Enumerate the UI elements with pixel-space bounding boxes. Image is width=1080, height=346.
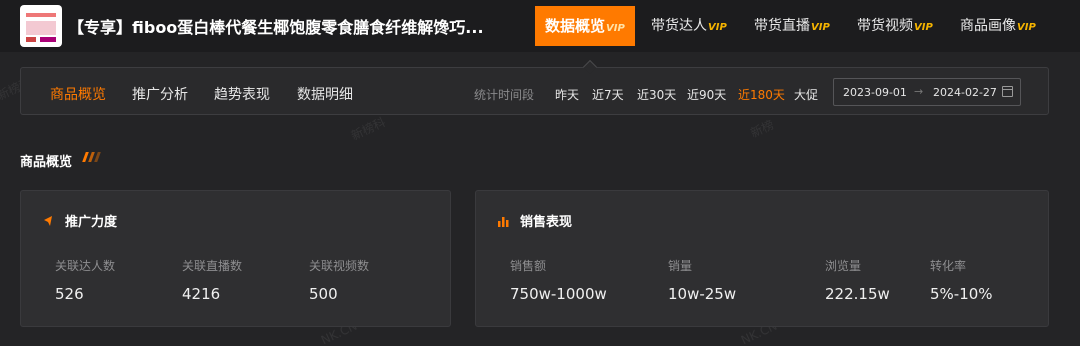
range-7d[interactable]: 近7天 [592,86,624,103]
period-label: 统计时间段 [474,88,535,102]
metric-influencers: 关联达人数 526 [55,259,116,303]
promotion-card-title: 推广力度 [41,211,117,230]
subtab-trend[interactable]: 趋势表现 [214,84,270,104]
arrow-right-icon: → [914,85,924,98]
subtab-product-overview[interactable]: 商品概览 [50,84,106,104]
date-start: 2023-09-01 [843,86,907,99]
watermark: 新榜科 [348,114,388,143]
section-decoration-icon [82,152,102,164]
metric-conversion-rate: 转化率 5%-10% [930,259,993,303]
subtab-data-detail[interactable]: 数据明细 [297,84,353,104]
metric-videos: 关联视频数 500 [309,259,370,303]
range-180d[interactable]: 近180天 [738,86,785,103]
filter-bar: 商品概览 推广分析 趋势表现 数据明细 统计时间段 昨天 近7天 近30天 近9… [20,67,1049,115]
range-30d[interactable]: 近30天 [637,86,676,103]
nav-tab-product-profile[interactable]: 商品画像VIP [960,0,1036,52]
date-end: 2024-02-27 [933,86,997,99]
sales-card: 销售表现 销售额 750w-1000w 销量 10w-25w 浏览量 222.1… [475,190,1049,327]
nav-tab-videos[interactable]: 带货视频VIP [857,0,933,52]
calendar-icon[interactable] [1002,86,1013,97]
promotion-card: 推广力度 关联达人数 526 关联直播数 4216 关联视频数 500 [20,190,451,327]
nav-tab-live[interactable]: 带货直播VIP [754,0,830,52]
range-promo[interactable]: 大促 [794,86,818,103]
date-range-picker[interactable]: 2023-09-01 → 2024-02-27 [833,78,1021,106]
metric-lives: 关联直播数 4216 [182,259,243,303]
range-90d[interactable]: 近90天 [687,86,726,103]
nav-tab-data-overview[interactable]: 数据概览VIP [535,6,635,46]
metric-views: 浏览量 222.15w [825,259,890,303]
top-header: 【专享】fiboo蛋白棒代餐生椰饱腹零食膳食纤维解馋巧... 数据概览VIP 带… [0,0,1080,52]
metric-sales-volume: 销量 10w-25w [668,259,737,303]
megaphone-icon [41,214,55,228]
nav-tab-influencers[interactable]: 带货达人VIP [651,0,727,52]
section-title: 商品概览 [20,155,73,170]
sales-card-title: 销售表现 [496,211,572,230]
product-title: 【专享】fiboo蛋白棒代餐生椰饱腹零食膳食纤维解馋巧... [68,18,484,37]
product-thumbnail[interactable] [20,5,62,47]
range-yesterday[interactable]: 昨天 [555,86,579,103]
subtab-promotion-analysis[interactable]: 推广分析 [132,84,188,104]
metric-sales-amount: 销售额 750w-1000w [510,259,607,303]
bar-chart-icon [496,214,510,228]
watermark: 新榜 [748,117,777,141]
